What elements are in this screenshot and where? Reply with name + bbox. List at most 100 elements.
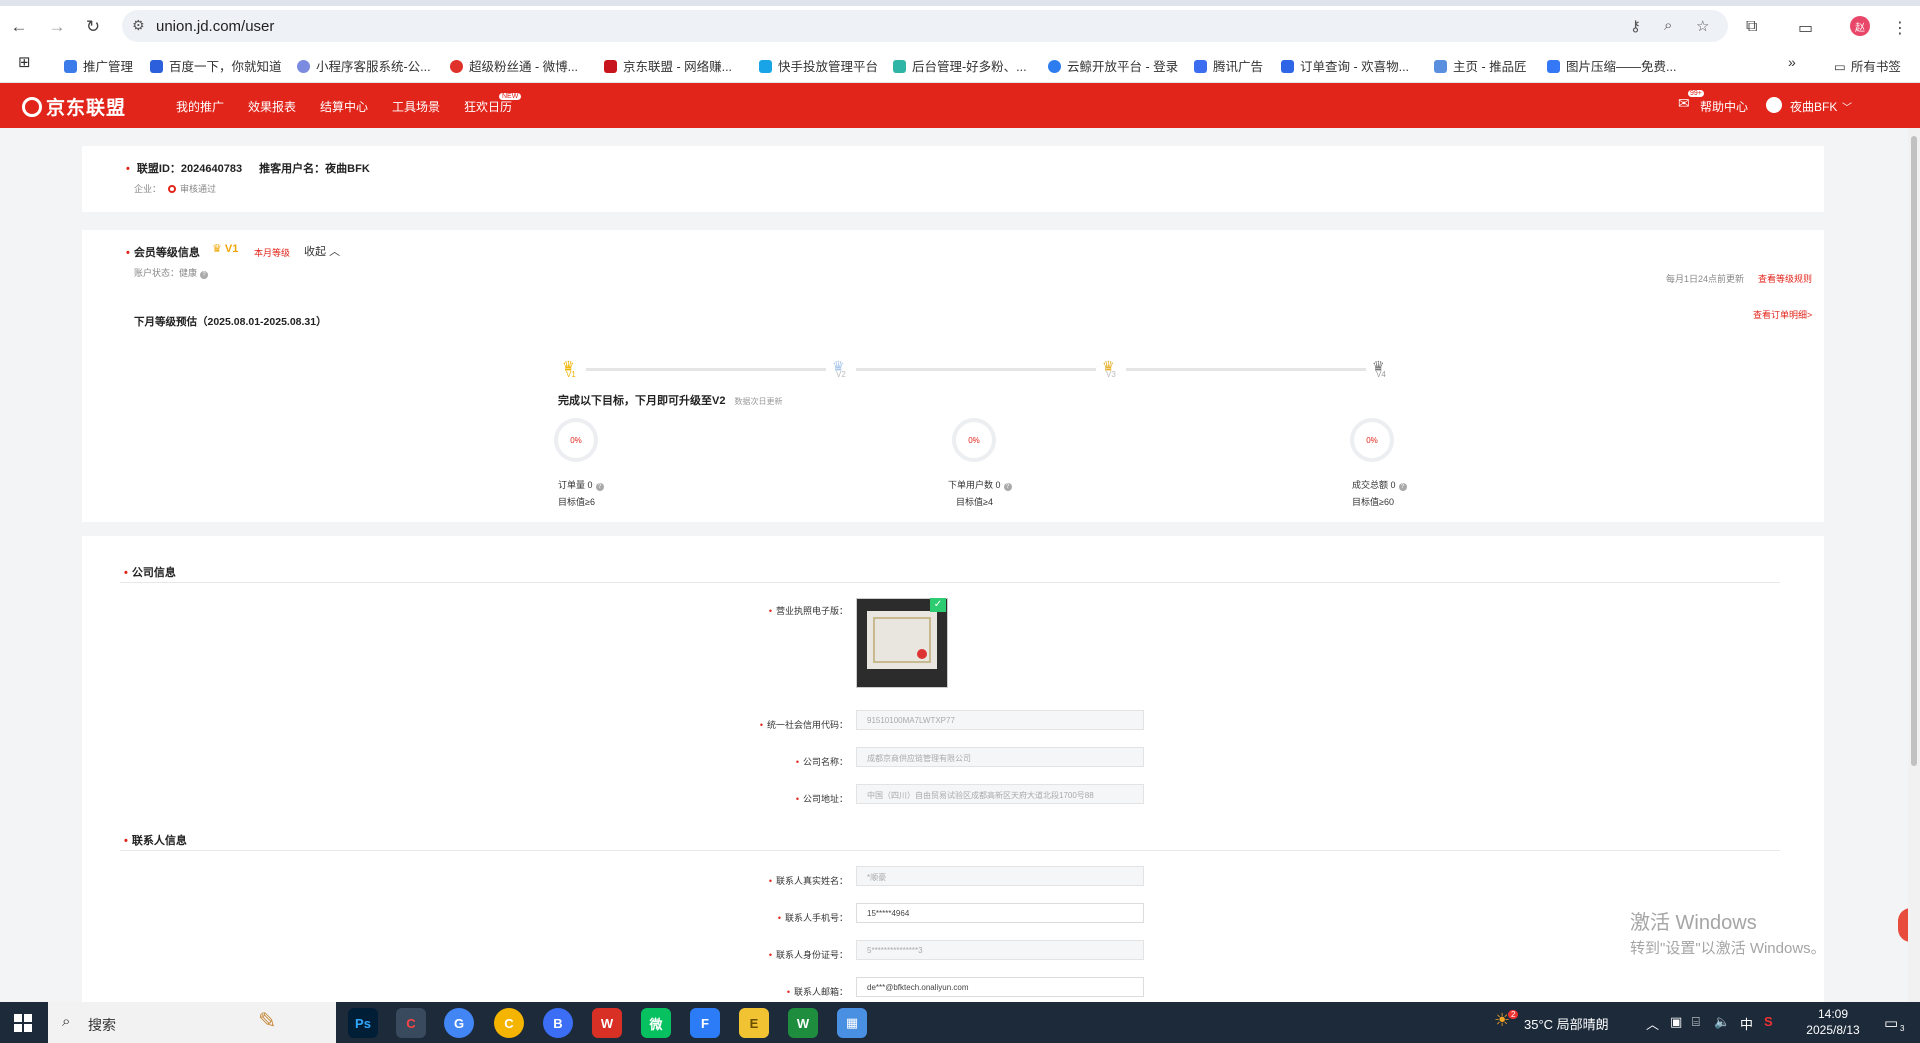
more-bookmarks-icon[interactable]: » [1788,54,1796,70]
view-orders-link[interactable]: 查看订单明细> [1753,308,1812,321]
nav-tools[interactable]: 工具场景 [392,98,440,115]
remote-desktop-icon[interactable]: W [788,1008,818,1038]
level-crown-icon: ♛ V1 [212,243,239,255]
browser-blue-icon[interactable]: B [543,1008,573,1038]
site-info-icon[interactable]: ⚙ [132,17,145,34]
forward-icon[interactable]: → [44,14,70,40]
collapse-toggle[interactable]: 收起 ︿ [304,243,340,259]
contact-name-label: 联系人真实姓名： [608,874,848,887]
credit-code-field[interactable]: 91510100MA7LWTXP77 [856,710,1144,730]
cast-icon[interactable]: ▭ [1798,18,1813,38]
bookmark-item[interactable]: 小程序客服系统-公... [297,56,431,75]
bookmark-favicon-icon [759,60,772,73]
company-address-field[interactable]: 中国（四川）自由贸易试验区成都高新区天府大道北段1700号88 [856,784,1144,804]
search-highlight-icon: ✎ [258,1008,277,1033]
chevron-down-icon[interactable]: ﹀ [1842,99,1852,114]
upgrade-goal-text: 完成以下目标，下月即可升级至V2 数据次日更新 [558,395,783,407]
bookmark-item[interactable]: 推广管理 [64,56,133,75]
bookmark-item[interactable]: 快手投放管理平台 [759,56,878,75]
taskbar-search[interactable]: ⌕ 搜索 ✎ [48,1002,336,1043]
weather-text[interactable]: 35°C 局部晴朗 [1524,1014,1609,1033]
notification-icon[interactable]: ▭ [1884,1014,1898,1032]
bookmark-item[interactable]: 图片压缩——免费... [1547,56,1676,75]
wps-icon[interactable]: W [592,1008,622,1038]
photoshop-icon[interactable]: Ps [348,1008,378,1038]
contact-phone-field[interactable]: 15*****4964 [856,903,1144,923]
bookmark-item[interactable]: 订单查询 - 欢喜物... [1281,56,1409,75]
apps-grid-icon[interactable]: ⊞ [18,53,31,71]
account-card: 联盟ID：2024640783 推客用户名：夜曲BFK 企业： 审核通过 [82,146,1824,212]
site-header: 京东联盟 我的推广 效果报表 结算中心 工具场景 狂欢日历 NEW ✉ 99+ … [0,83,1920,128]
zoom-icon[interactable]: ⌕ [1664,17,1672,34]
bookmark-item[interactable]: 腾讯广告 [1194,56,1263,75]
company-info-title: 公司信息 [124,564,176,580]
volume-icon[interactable]: 🔈 [1714,1014,1730,1030]
sogou-icon[interactable]: S [1764,1014,1773,1029]
progress-ring-users: 0% [952,418,996,462]
nav-my-promotion[interactable]: 我的推广 [176,98,224,115]
nav-carnival-calendar[interactable]: 狂欢日历 [464,98,512,115]
profile-avatar[interactable]: 赵 [1850,16,1870,36]
view-rules-link[interactable]: 查看等级规则 [1758,272,1812,285]
extensions-icon[interactable]: ⧉ [1746,18,1757,36]
bookmark-item[interactable]: 主页 - 推品匠 [1434,56,1527,75]
system-clock[interactable]: 14:09 2025/8/13 [1788,1006,1878,1038]
chrome-icon[interactable]: C [494,1008,524,1038]
ime-indicator[interactable]: 中 [1740,1014,1753,1033]
bookmark-item[interactable]: 后台管理-好多粉、... [893,56,1027,75]
calculator-icon[interactable]: ▦ [837,1008,867,1038]
notification-badge: 3 [1900,1024,1905,1033]
file-explorer-icon[interactable]: E [739,1008,769,1038]
network-icon[interactable]: ⌸ [1692,1014,1700,1030]
help-center-link[interactable]: 帮助中心 [1700,98,1748,115]
bookmark-favicon-icon [150,60,163,73]
reload-icon[interactable]: ↻ [80,14,106,40]
tray-chevron-up-icon[interactable]: ︿ [1646,1014,1659,1033]
chrome-active-icon[interactable]: C [396,1008,426,1038]
help-icon[interactable]: ? [595,483,604,491]
help-icon[interactable]: ? [200,271,209,279]
contact-name-field[interactable]: *顺豪 [856,866,1144,886]
message-icon[interactable]: ✉ [1678,95,1690,112]
nav-settlement[interactable]: 结算中心 [320,98,368,115]
bookmark-favicon-icon [1281,60,1294,73]
bookmark-star-icon[interactable]: ☆ [1696,17,1709,35]
license-label: 营业执照电子版： [608,604,848,617]
bookmark-favicon-icon [1547,60,1560,73]
bookmark-item[interactable]: 超级粉丝通 - 微博... [450,56,578,75]
all-bookmarks-folder[interactable]: ▭ 所有书签 [1834,56,1901,75]
logo-mark-icon [22,97,42,117]
feishu-icon[interactable]: F [690,1008,720,1038]
contact-id-field[interactable]: 5***************3 [856,940,1144,960]
windows-start-icon[interactable] [14,1014,32,1032]
bookmark-item[interactable]: 云鲸开放平台 - 登录 [1048,56,1178,75]
bookmark-item[interactable]: 京东联盟 - 网络赚... [604,56,732,75]
back-icon[interactable]: ← [6,14,32,40]
check-icon: ✓ [930,598,946,612]
company-name-label: 公司名称： [608,755,848,768]
jd-union-logo[interactable]: 京东联盟 [22,93,126,120]
page-scrollbar[interactable] [1908,128,1920,1002]
browser-icon[interactable]: G [444,1008,474,1038]
url-text[interactable]: union.jd.com/user [156,18,274,35]
status-circle-icon [167,185,176,193]
nav-effect-report[interactable]: 效果报表 [248,98,296,115]
tray-camera-icon[interactable]: ▣ [1670,1014,1682,1030]
message-count-badge: 99+ [1688,90,1704,97]
user-avatar-icon[interactable] [1766,97,1782,113]
address-bar[interactable]: ⚙ union.jd.com/user ⚷ ⌕ ☆ [122,10,1728,42]
help-icon[interactable]: ? [1003,483,1012,491]
help-icon[interactable]: ? [1398,483,1407,491]
membership-title: 会员等级信息 [126,244,200,260]
contact-email-field[interactable]: de***@bfktech.onaliyun.com [856,977,1144,997]
scrollbar-thumb[interactable] [1911,136,1917,766]
header-username[interactable]: 夜曲BFK [1790,98,1837,115]
bookmark-item[interactable]: 百度一下，你就知道 [150,56,282,75]
wechat-icon[interactable]: 微 [641,1008,671,1038]
menu-dots-icon[interactable]: ⋮ [1892,18,1908,38]
metric-gmv: 成交总额 0? [1352,478,1407,491]
feedback-widget[interactable] [1898,908,1908,942]
company-name-field[interactable]: 成都京商供应链管理有限公司 [856,747,1144,767]
password-key-icon[interactable]: ⚷ [1630,17,1641,35]
account-id-row: 联盟ID：2024640783 推客用户名：夜曲BFK [126,160,370,176]
